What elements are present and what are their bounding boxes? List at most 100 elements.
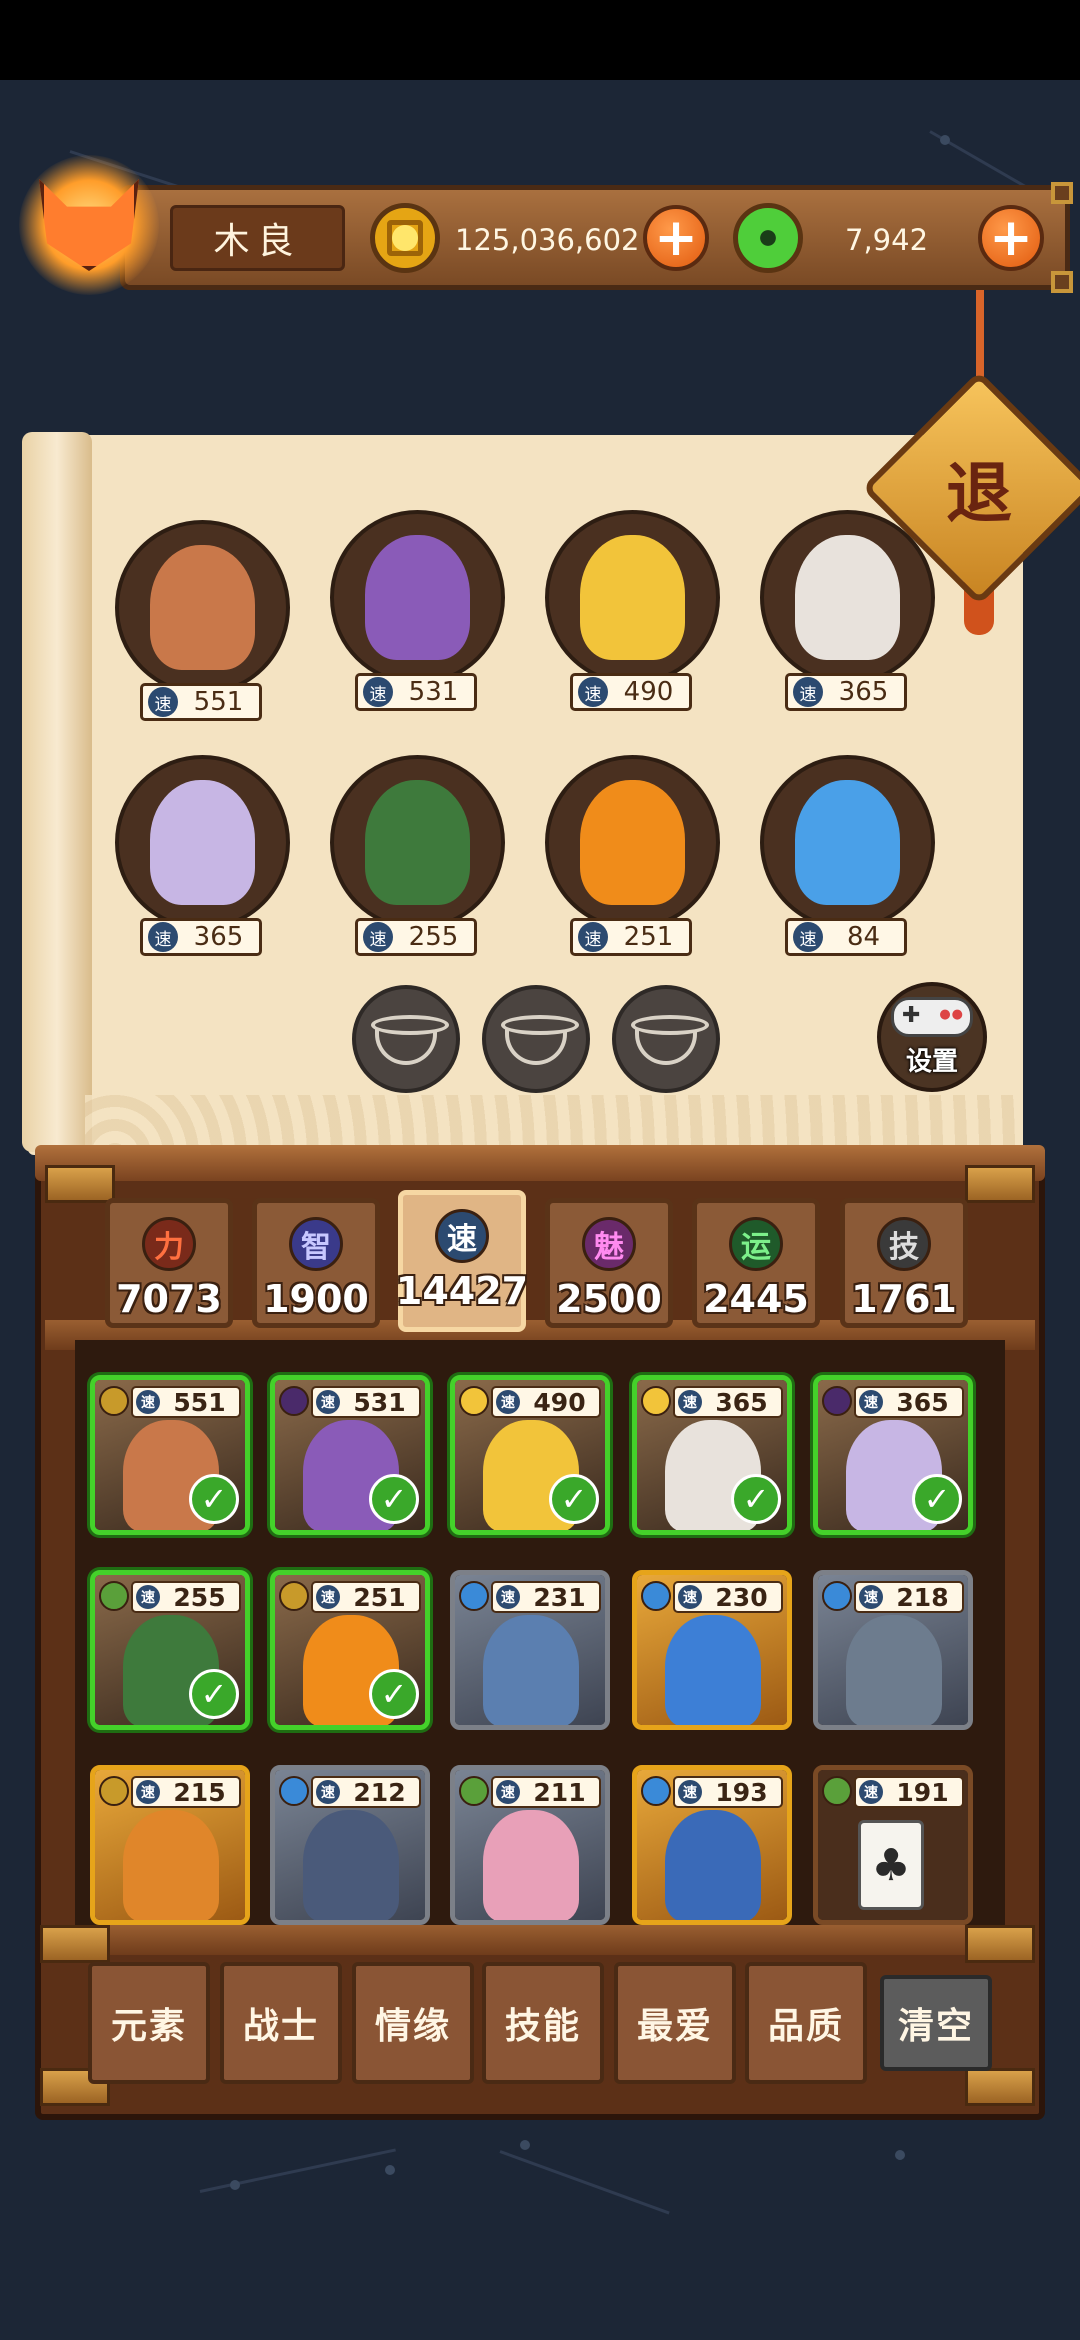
hero-figure bbox=[365, 780, 470, 905]
bar-corner bbox=[1051, 182, 1073, 204]
stat-tab[interactable]: 技 1761 bbox=[840, 1198, 968, 1328]
hero-speed-value: 365 bbox=[715, 1387, 768, 1417]
filter-button[interactable]: 最爱 bbox=[614, 1962, 736, 2084]
hero-speed-tag: 速 218 bbox=[854, 1581, 964, 1613]
speed-icon: 速 bbox=[496, 1390, 520, 1414]
hero-speed-tag: 速 211 bbox=[491, 1776, 601, 1808]
filter-button[interactable]: 品质 bbox=[745, 1962, 867, 2084]
hero-card[interactable]: 速 251 ✓ bbox=[270, 1570, 430, 1730]
empty-slot[interactable] bbox=[352, 985, 460, 1093]
filter-button[interactable]: 情缘 bbox=[352, 1962, 474, 2084]
speed-icon: 速 bbox=[859, 1390, 883, 1414]
scroll-roll bbox=[22, 432, 92, 1152]
speed-icon: 速 bbox=[678, 1780, 702, 1804]
hero-speed-value: 365 bbox=[896, 1387, 949, 1417]
hero-card[interactable]: 速 230 bbox=[632, 1570, 792, 1730]
hero-card[interactable]: 速 531 ✓ bbox=[270, 1375, 430, 1535]
hero-speed-tag: 速 490 bbox=[570, 673, 692, 711]
bowl-icon bbox=[371, 1015, 449, 1065]
bowl-icon bbox=[501, 1015, 579, 1065]
filter-button[interactable]: 技能 bbox=[482, 1962, 604, 2084]
checkmark-icon: ✓ bbox=[731, 1474, 781, 1524]
settings-button[interactable]: 设置 bbox=[877, 982, 987, 1092]
hero-card[interactable]: 速 551 ✓ bbox=[90, 1375, 250, 1535]
jade-amount: 7,942 bbox=[845, 223, 929, 257]
clear-button[interactable]: 清空 bbox=[880, 1975, 992, 2071]
stat-badge-icon: 技 bbox=[877, 1217, 931, 1271]
speed-icon: 速 bbox=[793, 677, 823, 707]
element-icon bbox=[822, 1581, 852, 1611]
hero-speed-tag: 速 551 bbox=[140, 683, 262, 721]
hero-portrait bbox=[330, 510, 505, 685]
hero-speed-tag: 速 230 bbox=[673, 1581, 783, 1613]
hero-card[interactable]: 速 215 bbox=[90, 1765, 250, 1925]
exit-button[interactable]: 退 bbox=[906, 415, 1052, 561]
lineup-hero-slot[interactable]: 速 531 bbox=[315, 510, 515, 711]
element-icon bbox=[822, 1386, 852, 1416]
hero-speed-value: 215 bbox=[173, 1777, 226, 1807]
hero-figure bbox=[123, 1810, 219, 1920]
hero-card[interactable]: ♣ 速 191 bbox=[813, 1765, 973, 1925]
stat-badge-icon: 运 bbox=[729, 1217, 783, 1271]
hero-card[interactable]: 速 218 bbox=[813, 1570, 973, 1730]
speed-icon: 速 bbox=[496, 1585, 520, 1609]
checkmark-icon: ✓ bbox=[912, 1474, 962, 1524]
hero-speed-value: 551 bbox=[173, 1387, 226, 1417]
status-bar bbox=[0, 0, 1080, 80]
empty-slot[interactable] bbox=[612, 985, 720, 1093]
hero-card[interactable]: 速 490 ✓ bbox=[450, 1375, 610, 1535]
filter-button[interactable]: 战士 bbox=[220, 1962, 342, 2084]
hero-card[interactable]: 速 212 bbox=[270, 1765, 430, 1925]
speed-icon: 速 bbox=[148, 922, 178, 952]
stat-tab[interactable]: 力 7073 bbox=[105, 1198, 233, 1328]
speed-icon: 速 bbox=[678, 1585, 702, 1609]
lineup-hero-slot[interactable]: 速 251 bbox=[530, 755, 730, 956]
hero-speed-value: 218 bbox=[896, 1582, 949, 1612]
cabinet-shelf bbox=[45, 1925, 1035, 1955]
stat-tab[interactable]: 运 2445 bbox=[692, 1198, 820, 1328]
add-jade-button[interactable]: + bbox=[978, 205, 1044, 271]
hero-speed-tag: 速 365 bbox=[673, 1386, 783, 1418]
hero-card[interactable]: 速 231 bbox=[450, 1570, 610, 1730]
hero-card[interactable]: 速 255 ✓ bbox=[90, 1570, 250, 1730]
lineup-hero-slot[interactable]: 速 551 bbox=[100, 520, 300, 721]
star bbox=[895, 2150, 905, 2160]
hero-speed-value: 193 bbox=[715, 1777, 768, 1807]
checkmark-icon: ✓ bbox=[189, 1474, 239, 1524]
hero-portrait bbox=[330, 755, 505, 930]
lineup-hero-slot[interactable]: 速 255 bbox=[315, 755, 515, 956]
hero-card[interactable]: 速 365 ✓ bbox=[632, 1375, 792, 1535]
speed-icon: 速 bbox=[678, 1390, 702, 1414]
speed-icon: 速 bbox=[363, 922, 393, 952]
star bbox=[230, 2180, 240, 2190]
stat-tab[interactable]: 魅 2500 bbox=[545, 1198, 673, 1328]
lineup-hero-slot[interactable]: 速 84 bbox=[745, 755, 945, 956]
empty-slot[interactable] bbox=[482, 985, 590, 1093]
player-avatar[interactable] bbox=[14, 150, 164, 300]
lineup-hero-slot[interactable]: 速 365 bbox=[100, 755, 300, 956]
stat-value: 7073 bbox=[116, 1277, 222, 1321]
hero-figure bbox=[365, 535, 470, 660]
stat-tab[interactable]: 智 1900 bbox=[252, 1198, 380, 1328]
hero-speed-value: 230 bbox=[715, 1582, 768, 1612]
stat-value: 2445 bbox=[703, 1277, 809, 1321]
checkmark-icon: ✓ bbox=[369, 1474, 419, 1524]
filter-button[interactable]: 元素 bbox=[88, 1962, 210, 2084]
speed-icon: 速 bbox=[136, 1780, 160, 1804]
lineup-hero-slot[interactable]: 速 490 bbox=[530, 510, 730, 711]
speed-icon: 速 bbox=[316, 1390, 340, 1414]
star bbox=[940, 135, 950, 145]
element-icon bbox=[99, 1386, 129, 1416]
element-icon bbox=[459, 1776, 489, 1806]
hero-speed-value: 490 bbox=[623, 677, 674, 707]
hero-card[interactable]: 速 211 bbox=[450, 1765, 610, 1925]
hero-card[interactable]: 速 365 ✓ bbox=[813, 1375, 973, 1535]
hero-card[interactable]: 速 193 bbox=[632, 1765, 792, 1925]
mahjong-tile-icon: ♣ bbox=[858, 1820, 924, 1910]
element-icon bbox=[459, 1386, 489, 1416]
hero-speed-tag: 速 193 bbox=[673, 1776, 783, 1808]
add-gold-button[interactable]: + bbox=[643, 205, 709, 271]
cabinet-top bbox=[35, 1145, 1045, 1181]
stat-tab[interactable]: 速 14427 bbox=[396, 1190, 528, 1332]
star bbox=[385, 2165, 395, 2175]
